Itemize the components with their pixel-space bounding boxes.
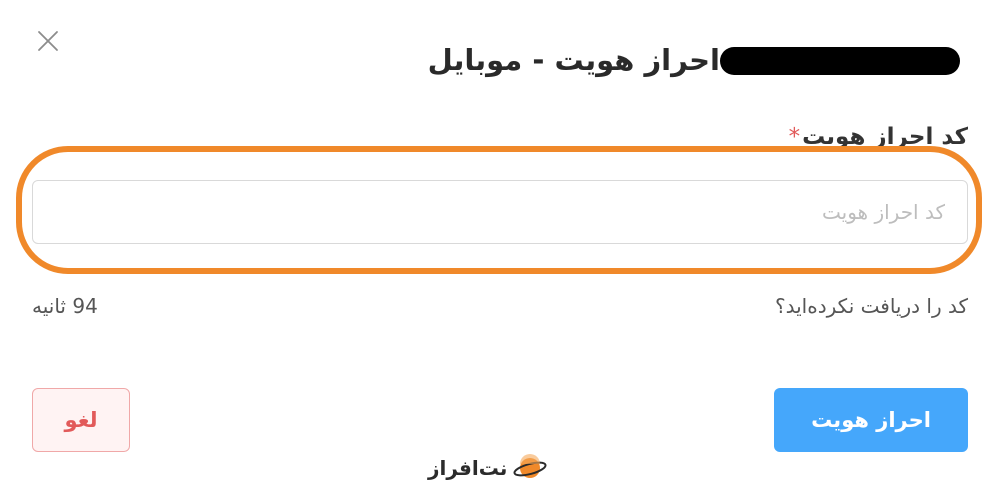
close-icon bbox=[38, 31, 58, 51]
auth-code-input[interactable] bbox=[32, 180, 968, 244]
redacted-phone-number bbox=[720, 47, 960, 75]
resend-prompt: کد را دریافت نکرده‌اید؟ bbox=[775, 294, 968, 318]
submit-auth-button[interactable]: احراز هویت bbox=[774, 388, 968, 452]
resend-countdown: 94 ثانیه bbox=[32, 294, 98, 318]
close-button[interactable] bbox=[30, 26, 66, 56]
brand-name: نت‌افراز bbox=[428, 456, 508, 480]
auth-dialog: احراز هویت - موبایل کد احراز هویت* کد را… bbox=[0, 0, 1000, 484]
cancel-button[interactable]: لغو bbox=[32, 388, 130, 452]
brand-footer: نت‌افراز bbox=[428, 452, 547, 484]
dialog-title: احراز هویت - موبایل bbox=[427, 43, 720, 77]
auth-code-label-text: کد احراز هویت bbox=[802, 124, 968, 150]
dialog-header: احراز هویت - موبایل bbox=[428, 38, 968, 82]
auth-code-input-wrapper bbox=[32, 180, 968, 244]
auth-code-label: کد احراز هویت* bbox=[789, 124, 968, 150]
planet-logo-icon bbox=[513, 454, 547, 482]
required-mark: * bbox=[788, 124, 801, 150]
